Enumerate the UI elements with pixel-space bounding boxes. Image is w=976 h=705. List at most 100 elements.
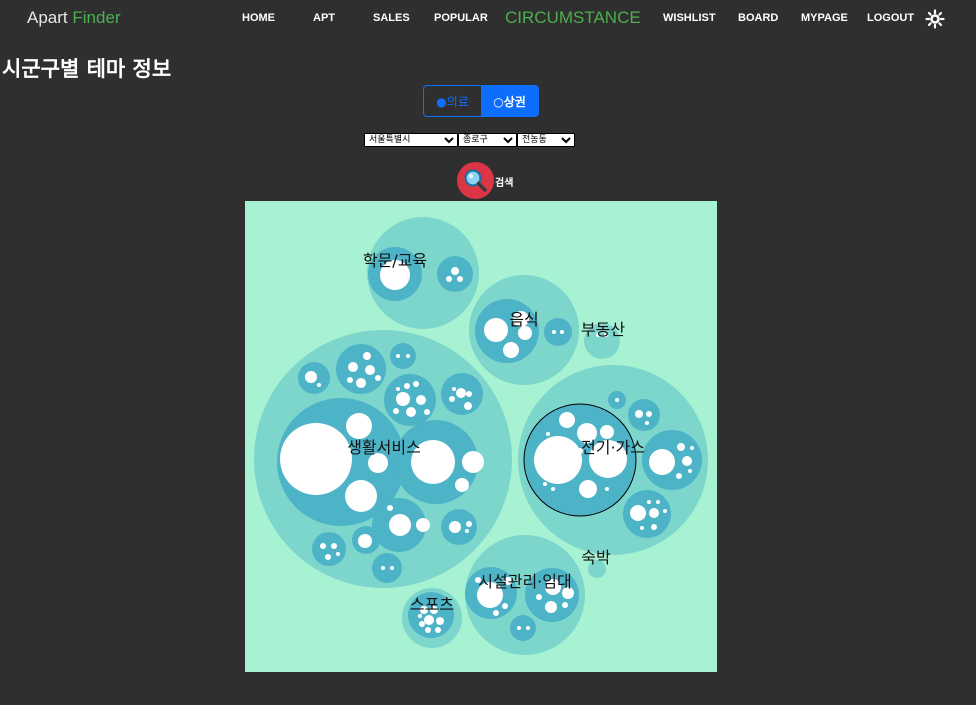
group-bubble[interactable] [628, 399, 660, 431]
leaf-bubble[interactable] [645, 421, 649, 425]
leaf-bubble[interactable] [346, 413, 372, 439]
leaf-bubble[interactable] [546, 432, 550, 436]
leaf-bubble[interactable] [534, 436, 582, 484]
leaf-bubble[interactable] [551, 487, 555, 491]
group-bubble[interactable] [312, 532, 346, 566]
nav-popular[interactable]: POPULAR [434, 12, 488, 24]
leaf-bubble[interactable] [466, 391, 472, 397]
leaf-bubble[interactable] [651, 524, 657, 530]
leaf-bubble[interactable] [345, 480, 377, 512]
nav-mypage[interactable]: MYPAGE [801, 12, 848, 24]
leaf-bubble[interactable] [649, 508, 659, 518]
group-bubble[interactable] [384, 374, 436, 426]
leaf-bubble[interactable] [435, 627, 441, 633]
nav-apt[interactable]: APT [313, 12, 335, 24]
leaf-bubble[interactable] [347, 377, 353, 383]
leaf-bubble[interactable] [406, 407, 416, 417]
leaf-bubble[interactable] [375, 375, 381, 381]
leaf-bubble[interactable] [424, 615, 434, 625]
leaf-bubble[interactable] [406, 354, 410, 358]
leaf-bubble[interactable] [396, 392, 410, 406]
leaf-bubble[interactable] [615, 398, 619, 402]
leaf-bubble[interactable] [416, 395, 426, 405]
nav-circumstance[interactable]: CIRCUMSTANCE [505, 8, 641, 28]
leaf-bubble[interactable] [389, 514, 411, 536]
leaf-bubble[interactable] [493, 610, 499, 616]
group-bubble[interactable] [372, 553, 402, 583]
leaf-bubble[interactable] [404, 383, 410, 389]
leaf-bubble[interactable] [676, 473, 682, 479]
nav-wishlist[interactable]: WISHLIST [663, 12, 716, 24]
leaf-bubble[interactable] [663, 509, 667, 513]
leaf-bubble[interactable] [419, 621, 425, 627]
leaf-bubble[interactable] [413, 381, 419, 387]
leaf-bubble[interactable] [649, 449, 675, 475]
leaf-bubble[interactable] [390, 566, 394, 570]
leaf-bubble[interactable] [452, 387, 456, 391]
leaf-bubble[interactable] [605, 487, 609, 491]
leaf-bubble[interactable] [416, 518, 430, 532]
leaf-bubble[interactable] [449, 521, 461, 533]
leaf-bubble[interactable] [365, 365, 375, 375]
leaf-bubble[interactable] [436, 617, 444, 625]
group-bubble[interactable] [390, 343, 416, 369]
leaf-bubble[interactable] [464, 402, 472, 410]
leaf-bubble[interactable] [543, 482, 547, 486]
leaf-bubble[interactable] [449, 396, 455, 402]
leaf-bubble[interactable] [280, 423, 352, 495]
leaf-bubble[interactable] [526, 626, 530, 630]
leaf-bubble[interactable] [456, 388, 466, 398]
group-bubble[interactable] [510, 615, 536, 641]
leaf-bubble[interactable] [387, 505, 393, 511]
leaf-bubble[interactable] [424, 409, 430, 415]
leaf-bubble[interactable] [325, 554, 331, 560]
leaf-bubble[interactable] [559, 412, 575, 428]
leaf-bubble[interactable] [517, 626, 521, 630]
leaf-bubble[interactable] [446, 276, 452, 282]
leaf-bubble[interactable] [677, 443, 685, 451]
leaf-bubble[interactable] [682, 456, 692, 466]
gugun-select[interactable]: 종로구 [458, 133, 517, 147]
nav-sales[interactable]: SALES [373, 12, 410, 24]
dong-select[interactable]: 전농동 [517, 133, 575, 147]
leaf-bubble[interactable] [305, 371, 317, 383]
leaf-bubble[interactable] [688, 469, 692, 473]
leaf-bubble[interactable] [647, 500, 651, 504]
leaf-bubble[interactable] [545, 601, 557, 613]
leaf-bubble[interactable] [462, 451, 484, 473]
leaf-bubble[interactable] [646, 411, 652, 417]
leaf-bubble[interactable] [484, 318, 508, 342]
leaf-bubble[interactable] [457, 276, 463, 282]
leaf-bubble[interactable] [336, 552, 340, 556]
leaf-bubble[interactable] [396, 354, 400, 358]
nav-logout[interactable]: LOGOUT [867, 12, 914, 24]
leaf-bubble[interactable] [358, 534, 372, 548]
leaf-bubble[interactable] [331, 543, 337, 549]
leaf-bubble[interactable] [425, 627, 431, 633]
search-button[interactable] [457, 162, 494, 199]
leaf-bubble[interactable] [656, 500, 660, 504]
leaf-bubble[interactable] [356, 378, 366, 388]
leaf-bubble[interactable] [536, 594, 542, 600]
leaf-bubble[interactable] [418, 614, 422, 618]
leaf-bubble[interactable] [562, 602, 568, 608]
nav-board[interactable]: BOARD [738, 12, 778, 24]
leaf-bubble[interactable] [451, 267, 459, 275]
sido-select[interactable]: 서울특별시 [364, 133, 458, 147]
leaf-bubble[interactable] [393, 408, 399, 414]
sun-icon[interactable] [925, 9, 945, 29]
toggle-commercial[interactable]: ○상권 [481, 86, 538, 116]
leaf-bubble[interactable] [690, 446, 694, 450]
leaf-bubble[interactable] [502, 603, 508, 609]
leaf-bubble[interactable] [552, 330, 556, 334]
nav-home[interactable]: HOME [242, 12, 275, 24]
leaf-bubble[interactable] [630, 505, 646, 521]
leaf-bubble[interactable] [466, 521, 472, 527]
leaf-bubble[interactable] [640, 526, 644, 530]
leaf-bubble[interactable] [396, 387, 400, 391]
leaf-bubble[interactable] [381, 566, 385, 570]
leaf-bubble[interactable] [635, 410, 643, 418]
leaf-bubble[interactable] [317, 383, 321, 387]
toggle-medical[interactable]: ●의료 [424, 86, 481, 116]
leaf-bubble[interactable] [320, 543, 326, 549]
